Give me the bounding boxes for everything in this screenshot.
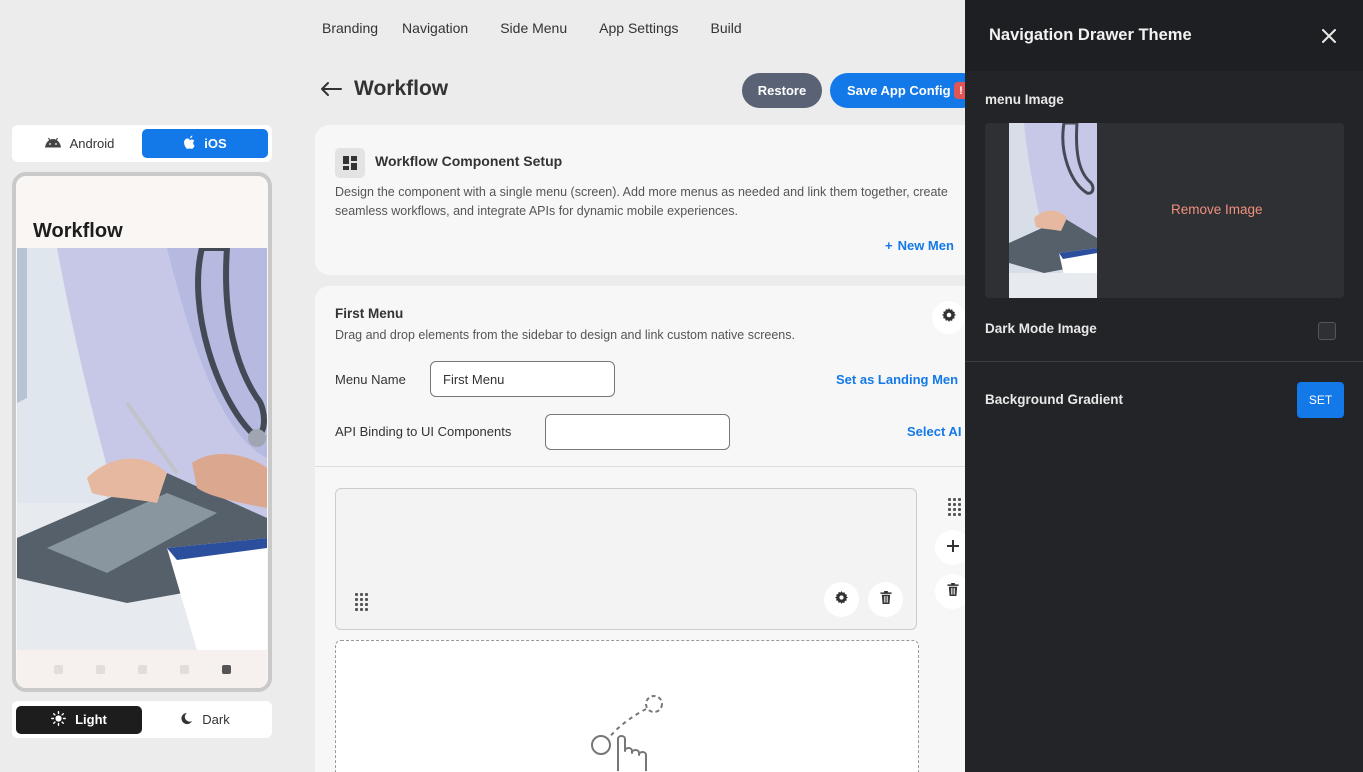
restore-button[interactable]: Restore	[742, 73, 822, 108]
new-menu-link[interactable]: + New Men	[885, 238, 954, 253]
nav-tab-app-settings[interactable]: App Settings	[599, 20, 678, 36]
menu-name-input[interactable]: First Menu	[430, 361, 615, 397]
ios-option[interactable]: iOS	[142, 129, 268, 158]
close-icon[interactable]	[1319, 26, 1339, 46]
first-menu-card: First Menu Drag and drop elements from t…	[315, 286, 995, 772]
gear-icon	[835, 590, 848, 609]
preview-bottom-nav	[17, 650, 267, 688]
setup-card-title: Workflow Component Setup	[375, 153, 563, 169]
component-block[interactable]	[335, 488, 917, 630]
dashboard-icon	[335, 148, 365, 178]
menu-image-thumbnail	[1009, 123, 1097, 298]
apple-icon	[183, 135, 196, 153]
setup-card-description: Design the component with a single menu …	[335, 185, 948, 218]
dark-option[interactable]: Dark	[142, 706, 268, 734]
menu-image-box: Remove Image	[985, 123, 1344, 298]
android-label: Android	[69, 136, 115, 151]
trash-icon	[946, 582, 959, 601]
background-gradient-label: Background Gradient	[985, 392, 1124, 407]
menu-card-divider	[315, 466, 995, 467]
plus-icon: +	[885, 238, 893, 253]
save-button-label: Save App Config	[847, 83, 951, 98]
drawer-divider	[965, 361, 1363, 362]
save-app-config-button[interactable]: Save App Config !	[830, 73, 980, 108]
api-binding-input[interactable]	[545, 414, 730, 450]
bottom-nav-grid-icon	[221, 664, 231, 674]
os-switch: Android iOS	[12, 125, 272, 162]
back-arrow-icon[interactable]	[318, 76, 344, 102]
ios-label: iOS	[204, 136, 227, 151]
nav-tab-navigation[interactable]: Navigation	[402, 20, 468, 36]
dark-mode-image-checkbox[interactable]	[1318, 322, 1336, 340]
trash-icon	[879, 590, 892, 609]
preview-hero-image	[17, 248, 267, 650]
block-settings-button[interactable]	[824, 582, 859, 617]
android-icon	[44, 136, 62, 151]
page-title: Workflow	[354, 77, 449, 100]
drawer-header: Navigation Drawer Theme	[965, 0, 1363, 71]
dark-mode-image-label: Dark Mode Image	[985, 321, 1097, 336]
phone-preview: Workflow	[12, 172, 272, 692]
new-menu-label: New Men	[897, 238, 954, 253]
menu-card-description: Drag and drop elements from the sidebar …	[335, 328, 795, 342]
menu-name-label: Menu Name	[335, 372, 406, 387]
set-gradient-button[interactable]: SET	[1297, 382, 1344, 418]
bottom-nav-icon	[179, 664, 189, 674]
bottom-nav-icon	[137, 664, 147, 674]
drawer-title: Navigation Drawer Theme	[989, 26, 1192, 44]
preview-title: Workflow	[33, 220, 123, 242]
bottom-nav-icon	[53, 664, 63, 674]
page-header: Workflow	[318, 76, 448, 102]
drop-zone[interactable]	[335, 640, 919, 772]
set-landing-menu-link[interactable]: Set as Landing Men	[836, 372, 958, 387]
api-binding-label: API Binding to UI Components	[335, 424, 512, 439]
plus-icon	[946, 539, 959, 557]
drag-handle-icon[interactable]	[355, 593, 368, 611]
gear-icon	[941, 308, 956, 327]
workflow-setup-card: Workflow Component Setup Design the comp…	[315, 125, 995, 275]
menu-settings-button[interactable]	[932, 301, 965, 334]
nav-tab-side-menu[interactable]: Side Menu	[500, 20, 567, 36]
remove-image-button[interactable]: Remove Image	[1171, 202, 1263, 217]
sun-icon	[51, 710, 67, 729]
moon-icon	[180, 712, 193, 728]
navigation-drawer-theme-panel: Navigation Drawer Theme menu Image Remov…	[965, 0, 1363, 772]
drag-and-drop-icon	[591, 695, 663, 771]
android-option[interactable]: Android	[16, 129, 142, 158]
top-nav: Branding Navigation Side Menu App Settin…	[322, 20, 742, 36]
select-api-link[interactable]: Select AI	[907, 424, 961, 439]
nav-tab-branding[interactable]: Branding	[322, 20, 378, 36]
row-drag-handle-icon[interactable]	[948, 498, 961, 516]
dark-label: Dark	[202, 712, 230, 727]
nav-tab-build[interactable]: Build	[711, 20, 742, 36]
light-label: Light	[75, 712, 107, 727]
light-option[interactable]: Light	[16, 705, 142, 734]
theme-switch: Light Dark	[12, 701, 272, 738]
block-delete-button[interactable]	[868, 582, 903, 617]
bottom-nav-icon	[95, 664, 105, 674]
menu-image-label: menu Image	[985, 92, 1064, 107]
menu-card-title: First Menu	[335, 306, 404, 321]
